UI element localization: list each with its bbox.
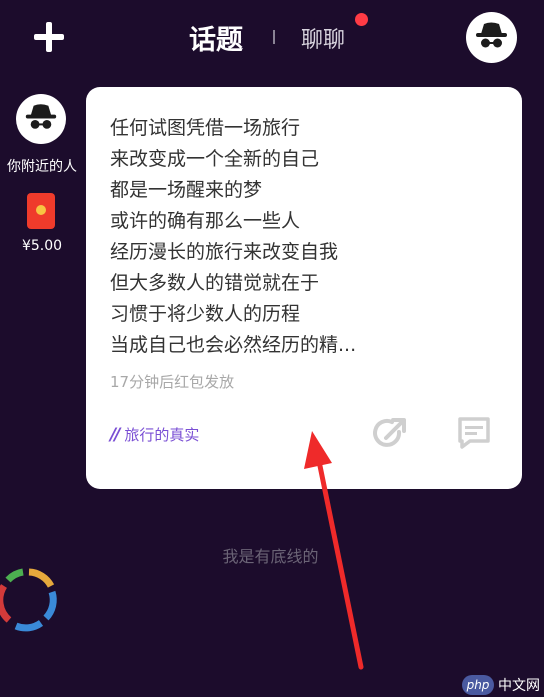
card-line: 当成自己也会必然经历的精... bbox=[110, 334, 357, 356]
card-line: 任何试图凭借一场旅行 bbox=[110, 117, 301, 139]
comment-button[interactable] bbox=[455, 414, 493, 452]
profile-avatar-button[interactable] bbox=[466, 12, 517, 63]
topic-tag[interactable]: // 旅行的真实 bbox=[110, 424, 199, 445]
card-line: 但大多数人的错觉就在于 bbox=[110, 272, 320, 294]
watermark-badge: php bbox=[462, 675, 494, 695]
watermark: php 中文网 bbox=[462, 672, 544, 697]
tab-chat[interactable]: 聊聊 bbox=[301, 22, 345, 54]
card-line: 经历漫长的旅行来改变自我 bbox=[110, 241, 339, 263]
end-of-list-text: 我是有底线的 bbox=[222, 547, 319, 566]
tab-divider bbox=[273, 30, 275, 44]
card-line: 习惯于将少数人的历程 bbox=[110, 303, 301, 325]
watermark-text: 中文网 bbox=[498, 678, 540, 694]
card-line: 来改变成一个全新的自己 bbox=[110, 148, 320, 170]
red-packet-countdown: 17分钟后红包发放 bbox=[110, 373, 235, 391]
tab-topic[interactable]: 话题 bbox=[189, 18, 243, 57]
add-button[interactable] bbox=[30, 18, 68, 56]
notification-dot bbox=[355, 13, 368, 26]
incognito-avatar-icon bbox=[25, 104, 57, 129]
red-packet-amount: ¥5.00 bbox=[21, 238, 63, 254]
top-bar: 话题 聊聊 bbox=[0, 0, 544, 80]
nearby-people-button[interactable] bbox=[16, 94, 66, 144]
card-text: 任何试图凭借一场旅行 来改变成一个全新的自己 都是一场醒来的梦 或许的确有那么一… bbox=[110, 113, 356, 361]
topic-slash-icon: // bbox=[110, 424, 121, 445]
comment-icon bbox=[458, 417, 490, 449]
red-arrow-annotation bbox=[304, 431, 364, 670]
card-line: 或许的确有那么一些人 bbox=[110, 210, 301, 232]
red-envelope-icon[interactable] bbox=[27, 193, 55, 229]
card-line: 都是一场醒来的梦 bbox=[110, 179, 263, 201]
loading-ring-icon bbox=[0, 568, 57, 632]
nearby-label[interactable]: 你附近的人 bbox=[0, 156, 84, 176]
topic-tag-label: 旅行的真实 bbox=[124, 426, 200, 444]
incognito-avatar-icon bbox=[476, 22, 507, 48]
